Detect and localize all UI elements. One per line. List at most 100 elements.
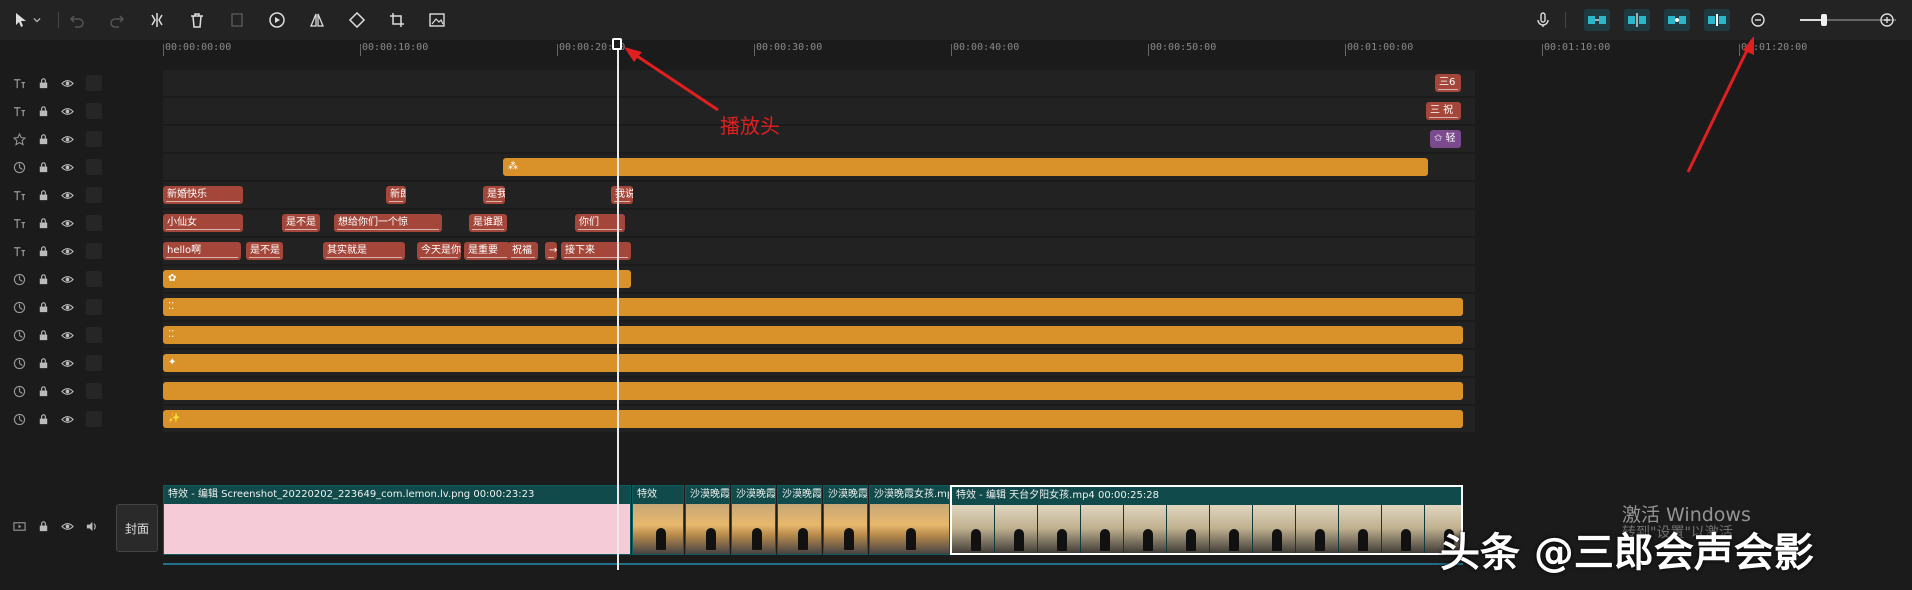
lock-icon[interactable]	[36, 132, 50, 146]
snap-preview-icon[interactable]	[1664, 9, 1690, 31]
eye-icon[interactable]	[60, 76, 74, 90]
silhouette	[1142, 529, 1153, 551]
lock-icon[interactable]	[36, 300, 50, 314]
playhead-line[interactable]	[617, 44, 619, 570]
track-slot	[86, 75, 102, 91]
eye-icon[interactable]	[60, 300, 74, 314]
text-clip[interactable]: 是我	[483, 186, 505, 204]
effect-clip[interactable]: ⁂	[503, 158, 1428, 176]
play-icon[interactable]	[266, 9, 288, 31]
text-clip[interactable]: 想给你们一个惊	[334, 214, 442, 232]
text-clip[interactable]: 是不是	[246, 242, 283, 260]
zoom-in-icon[interactable]	[1876, 9, 1898, 31]
eye-icon[interactable]	[60, 519, 74, 533]
timeline-ruler[interactable]: 00:00:00:00 00:00:10:00 00:00:20:00 00:0…	[0, 40, 1912, 58]
lock-icon[interactable]	[36, 384, 50, 398]
track-area[interactable]: 三6 三 祝 ✩ 轻 ⁂ 新婚快乐 新郎 是我 我说 小仙女 是不是 想给你们一个惊 是谁跟 你们 hel…	[163, 70, 1912, 470]
pointer-icon[interactable]	[10, 9, 32, 31]
text-clip[interactable]: 三 祝	[1426, 102, 1461, 120]
split-icon[interactable]	[146, 9, 168, 31]
text-clip[interactable]: 是重要	[464, 242, 510, 260]
snap-main-icon[interactable]	[1584, 9, 1610, 31]
lock-icon[interactable]	[36, 272, 50, 286]
lock-icon[interactable]	[36, 412, 50, 426]
text-clip[interactable]: 是谁跟	[469, 214, 507, 232]
rotate-icon[interactable]	[346, 9, 368, 31]
text-clip[interactable]: 其实就是	[323, 242, 405, 260]
video-clip-desert-sunset[interactable]: 沙漠晚霞	[731, 485, 776, 555]
video-clip-rooftop-sunset[interactable]: 特效 - 编辑 天台夕阳女孩.mp4 00:00:25:28	[950, 485, 1463, 555]
lock-icon[interactable]	[36, 328, 50, 342]
text-clip[interactable]: 今天是你	[417, 242, 461, 260]
eye-icon[interactable]	[60, 160, 74, 174]
video-clip-desert-sunset[interactable]: 沙漠晚霞	[685, 485, 730, 555]
lock-icon[interactable]	[36, 76, 50, 90]
lock-icon[interactable]	[36, 244, 50, 258]
effect-track-icon	[12, 300, 26, 314]
video-clip-desert-sunset[interactable]: 沙漠晚霞	[777, 485, 822, 555]
eye-icon[interactable]	[60, 244, 74, 258]
lock-icon[interactable]	[36, 216, 50, 230]
eye-icon[interactable]	[60, 384, 74, 398]
ruler-tick-label: 00:01:10:00	[1544, 42, 1611, 53]
snap-split-icon[interactable]	[1704, 9, 1730, 31]
undo-icon[interactable]	[66, 9, 88, 31]
video-clip-desert-sunset[interactable]: 特效	[632, 485, 684, 555]
eye-icon[interactable]	[60, 188, 74, 202]
effect-clip[interactable]: ✨	[163, 410, 1463, 428]
text-clip[interactable]: 新婚快乐	[163, 186, 243, 204]
eye-icon[interactable]	[60, 216, 74, 230]
audio-icon[interactable]	[84, 519, 98, 533]
eye-icon[interactable]	[60, 412, 74, 426]
image-adjust-icon[interactable]	[426, 9, 448, 31]
freeze-frame-icon[interactable]	[226, 9, 248, 31]
eye-icon[interactable]	[60, 132, 74, 146]
lock-icon[interactable]	[36, 104, 50, 118]
chevron-down-icon[interactable]	[30, 9, 44, 31]
video-clip-desert-sunset[interactable]: 沙漠晚霞	[823, 485, 868, 555]
track-lane-effect: ⁚⁚	[163, 322, 1912, 348]
text-clip[interactable]: hello啊	[163, 242, 241, 260]
effect-clip[interactable]: ⁚⁚	[163, 298, 1463, 316]
video-clip-desert-sunset[interactable]: 沙漠晚霞女孩.mp4	[869, 485, 950, 555]
text-clip[interactable]: 小仙女	[163, 214, 243, 232]
text-clip[interactable]: →	[545, 242, 557, 260]
effect-track-icon	[12, 328, 26, 342]
text-clip[interactable]: 新郎	[386, 186, 406, 204]
lock-icon[interactable]	[36, 519, 50, 533]
clip-header: 沙漠晚霞女孩.mp4	[874, 489, 949, 500]
track-header	[0, 210, 106, 236]
text-clip[interactable]: 接下来	[561, 242, 631, 260]
zoom-out-icon[interactable]	[1747, 9, 1769, 31]
lock-icon[interactable]	[36, 188, 50, 202]
snap-link-icon[interactable]	[1624, 9, 1650, 31]
track-slot	[86, 355, 102, 371]
playhead-handle[interactable]	[612, 38, 622, 50]
microphone-icon[interactable]	[1532, 9, 1554, 31]
text-clip[interactable]: 我说	[611, 186, 633, 204]
eye-icon[interactable]	[60, 356, 74, 370]
eye-icon[interactable]	[60, 328, 74, 342]
effect-clip[interactable]	[163, 382, 1463, 400]
crop-icon[interactable]	[386, 9, 408, 31]
text-clip[interactable]: 三6	[1435, 74, 1461, 92]
zoom-slider-thumb[interactable]	[1821, 14, 1827, 26]
sticker-clip[interactable]: ✩ 轻	[1430, 130, 1461, 148]
text-clip[interactable]: 是不是	[282, 214, 320, 232]
silhouette	[797, 528, 808, 550]
effect-clip[interactable]: ✦	[163, 354, 1463, 372]
mirror-icon[interactable]	[306, 9, 328, 31]
lock-icon[interactable]	[36, 160, 50, 174]
eye-icon[interactable]	[60, 104, 74, 118]
eye-icon[interactable]	[60, 272, 74, 286]
silhouette	[1185, 529, 1196, 551]
effect-clip[interactable]: ⁚⁚	[163, 326, 1463, 344]
redo-icon[interactable]	[106, 9, 128, 31]
video-clip-screenshot[interactable]: 特效 - 编辑 Screenshot_20220202_223649_com.l…	[163, 485, 631, 555]
effect-clip[interactable]: ✿	[163, 270, 631, 288]
cover-button[interactable]: 封面	[116, 504, 158, 552]
delete-icon[interactable]	[186, 9, 208, 31]
lock-icon[interactable]	[36, 356, 50, 370]
ruler-tick	[1739, 44, 1740, 56]
text-clip[interactable]: 祝福	[508, 242, 538, 260]
